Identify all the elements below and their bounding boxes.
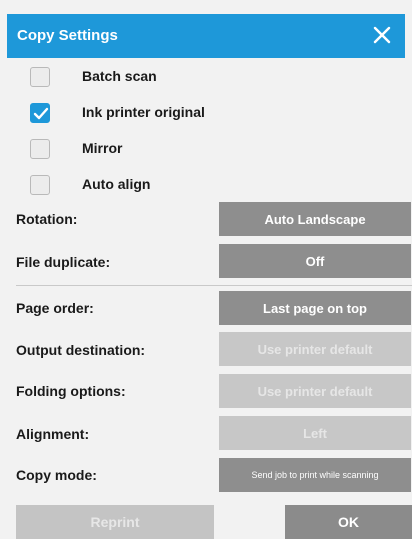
- copy-mode-button[interactable]: Send job to print while scanning: [219, 458, 411, 492]
- copy-mode-label: Copy mode:: [16, 467, 97, 483]
- folding-options-button[interactable]: Use printer default: [219, 374, 411, 408]
- folding-options-label: Folding options:: [16, 383, 126, 399]
- checkmark-icon: [33, 107, 49, 120]
- file-duplicate-button[interactable]: Off: [219, 244, 411, 278]
- close-icon: [373, 26, 391, 44]
- mirror-label: Mirror: [82, 140, 123, 156]
- alignment-button[interactable]: Left: [219, 416, 411, 450]
- ok-button[interactable]: OK: [285, 505, 412, 539]
- close-button[interactable]: [367, 20, 397, 50]
- batch-scan-checkbox[interactable]: [30, 67, 50, 87]
- rotation-button[interactable]: Auto Landscape: [219, 202, 411, 236]
- dialog-title: Copy Settings: [17, 27, 118, 44]
- mirror-checkbox[interactable]: [30, 139, 50, 159]
- alignment-label: Alignment:: [16, 426, 90, 442]
- page-order-button[interactable]: Last page on top: [219, 291, 411, 325]
- ink-printer-original-label: Ink printer original: [82, 104, 205, 120]
- rotation-label: Rotation:: [16, 211, 78, 227]
- output-destination-button[interactable]: Use printer default: [219, 332, 411, 366]
- option-mirror[interactable]: Mirror: [30, 136, 122, 162]
- auto-align-checkbox[interactable]: [30, 175, 50, 195]
- option-auto-align[interactable]: Auto align: [30, 172, 150, 198]
- copy-settings-dialog: Copy Settings Batch scan Ink printer ori…: [0, 0, 412, 539]
- title-bar: Copy Settings: [7, 14, 405, 58]
- batch-scan-label: Batch scan: [82, 68, 157, 84]
- ink-printer-original-checkbox[interactable]: [30, 103, 50, 123]
- auto-align-label: Auto align: [82, 176, 151, 192]
- section-divider: [16, 285, 412, 286]
- reprint-button[interactable]: Reprint: [16, 505, 214, 539]
- file-duplicate-label: File duplicate:: [16, 254, 111, 270]
- option-batch-scan[interactable]: Batch scan: [30, 64, 157, 90]
- output-destination-label: Output destination:: [16, 342, 146, 358]
- option-ink-printer-original[interactable]: Ink printer original: [30, 100, 205, 126]
- page-order-label: Page order:: [16, 300, 94, 316]
